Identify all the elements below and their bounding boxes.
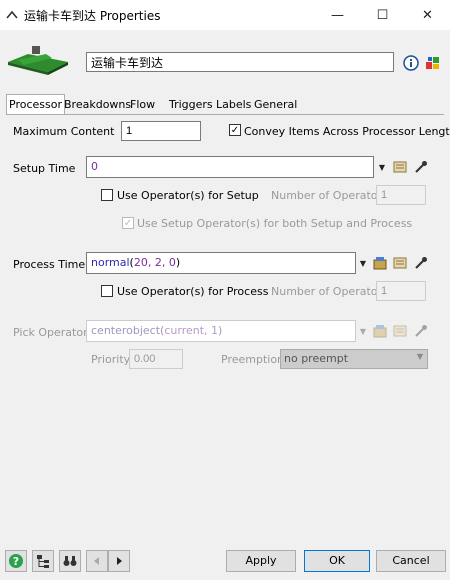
preemption-chevron-icon: ▼ bbox=[416, 352, 423, 361]
tab-breakdowns[interactable]: Breakdowns bbox=[62, 96, 133, 114]
tree-view-button[interactable] bbox=[32, 550, 54, 572]
max-content-label: Maximum Content bbox=[13, 125, 115, 138]
pick-operator-label: Pick Operator bbox=[13, 326, 88, 339]
num-operators-setup-label: Number of Operators bbox=[271, 189, 388, 202]
priority-input[interactable] bbox=[129, 349, 183, 369]
setup-time-template-icon[interactable] bbox=[391, 158, 409, 176]
pick-operator-dropdown-icon[interactable]: ▼ bbox=[358, 320, 368, 342]
tab-labels[interactable]: Labels bbox=[214, 96, 253, 114]
previous-button[interactable] bbox=[86, 550, 108, 572]
window-title: 运输卡车到达 Properties bbox=[24, 9, 161, 23]
process-time-field[interactable]: normal(20, 2, 0) bbox=[86, 252, 356, 274]
setup-time-label: Setup Time bbox=[13, 162, 76, 175]
object-tools-icon[interactable] bbox=[424, 54, 442, 72]
tab-processor[interactable]: Processor bbox=[6, 94, 65, 115]
use-operator-process-checkbox[interactable] bbox=[101, 285, 113, 297]
minimize-button[interactable]: — bbox=[315, 0, 360, 30]
preemption-label: Preemption bbox=[221, 353, 285, 366]
find-button[interactable] bbox=[59, 550, 81, 572]
info-icon[interactable] bbox=[402, 54, 420, 72]
pick-operator-code-icon[interactable] bbox=[371, 322, 389, 340]
use-operator-setup-checkbox[interactable] bbox=[101, 189, 113, 201]
max-content-input[interactable] bbox=[121, 121, 201, 141]
preemption-value: no preempt bbox=[284, 352, 349, 365]
use-setup-for-both-label: Use Setup Operator(s) for both Setup and… bbox=[137, 217, 413, 230]
process-time-label: Process Time bbox=[13, 258, 86, 271]
object-name-input[interactable] bbox=[86, 52, 394, 72]
next-button[interactable] bbox=[108, 550, 130, 572]
setup-time-field[interactable]: 0 bbox=[86, 156, 374, 178]
process-time-args: 20, 2, 0 bbox=[133, 256, 176, 269]
use-operator-process-label: Use Operator(s) for Process bbox=[117, 285, 269, 298]
ok-button[interactable]: OK bbox=[304, 550, 370, 572]
tab-flow[interactable]: Flow bbox=[128, 96, 157, 114]
num-operators-setup-input[interactable] bbox=[376, 185, 426, 205]
close-button[interactable]: ✕ bbox=[405, 0, 450, 30]
process-time-dropdown-icon[interactable]: ▼ bbox=[358, 252, 368, 274]
tab-strip: Processor Breakdowns Flow Triggers Label… bbox=[6, 94, 444, 115]
help-button[interactable]: ? bbox=[5, 550, 27, 572]
apply-button[interactable]: Apply bbox=[226, 550, 296, 572]
pick-operator-args: current, 1 bbox=[164, 324, 219, 337]
setup-time-dropdown-icon[interactable]: ▼ bbox=[377, 156, 387, 178]
pick-operator-field[interactable]: centerobject(current, 1) bbox=[86, 320, 356, 342]
app-icon bbox=[6, 9, 18, 24]
tab-general[interactable]: General bbox=[252, 96, 299, 114]
process-time-template-icon[interactable] bbox=[391, 254, 409, 272]
convey-items-label: Convey Items Across Processor Length bbox=[244, 125, 450, 138]
process-time-code-icon[interactable] bbox=[371, 254, 389, 272]
cancel-button[interactable]: Cancel bbox=[376, 550, 446, 572]
num-operators-process-input[interactable] bbox=[376, 281, 426, 301]
setup-time-value: 0 bbox=[91, 160, 98, 173]
use-setup-for-both-checkbox[interactable]: ✓ bbox=[122, 217, 134, 229]
title-bar: 运输卡车到达 Properties — ☐ ✕ bbox=[0, 0, 450, 30]
pick-operator-eyedropper-icon[interactable] bbox=[412, 322, 430, 340]
maximize-button[interactable]: ☐ bbox=[360, 0, 405, 30]
preemption-select[interactable]: no preempt ▼ bbox=[280, 349, 428, 369]
setup-time-eyedropper-icon[interactable] bbox=[412, 158, 430, 176]
use-operator-setup-label: Use Operator(s) for Setup bbox=[117, 189, 259, 202]
process-time-eyedropper-icon[interactable] bbox=[412, 254, 430, 272]
priority-label: Priority bbox=[91, 353, 131, 366]
num-operators-process-label: Number of Operators bbox=[271, 285, 388, 298]
svg-text:?: ? bbox=[13, 555, 19, 568]
tab-triggers[interactable]: Triggers bbox=[167, 96, 215, 114]
pick-operator-function: centerobject bbox=[91, 324, 161, 337]
processor-object-icon bbox=[6, 44, 70, 79]
pick-operator-template-icon[interactable] bbox=[391, 322, 409, 340]
convey-items-checkbox[interactable]: ✓ bbox=[229, 124, 241, 136]
process-time-function: normal bbox=[91, 256, 130, 269]
